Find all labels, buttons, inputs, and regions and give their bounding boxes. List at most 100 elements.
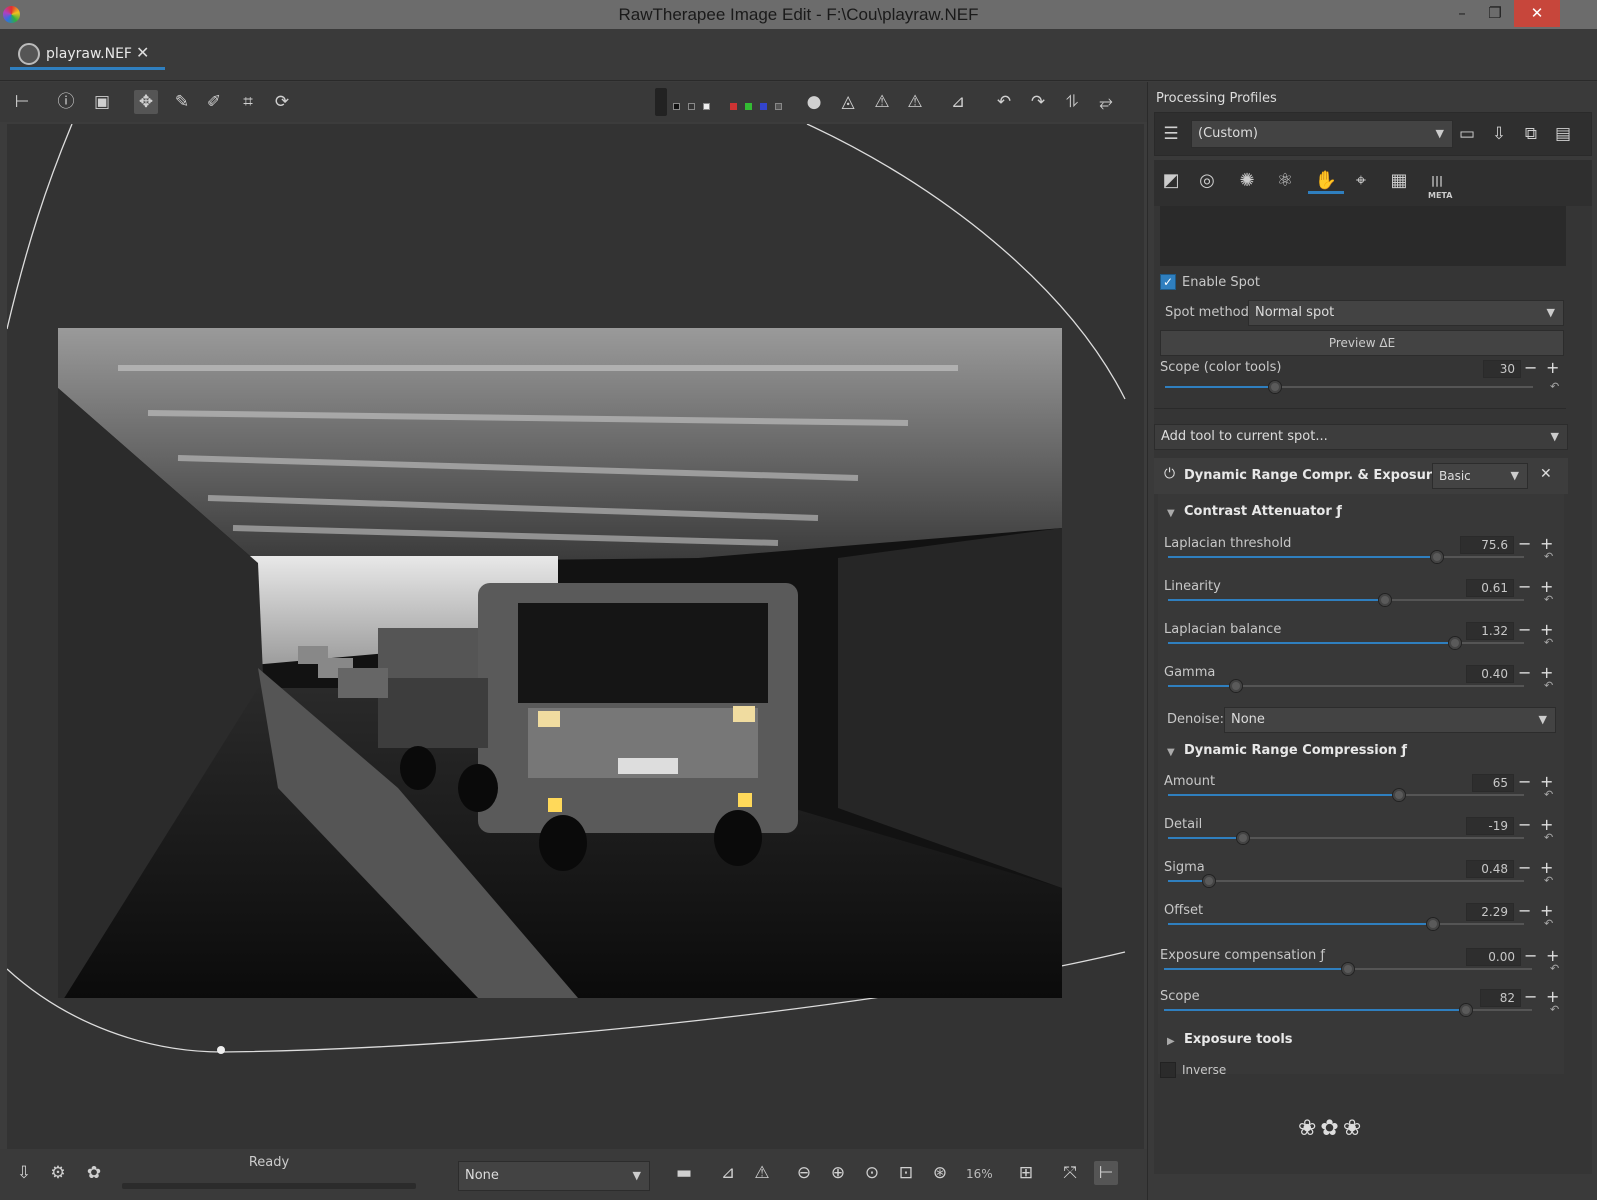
contrast-section-title[interactable]: Contrast Attenuator ƒ bbox=[1184, 504, 1342, 519]
rotate-left-icon[interactable]: ↶ bbox=[992, 90, 1016, 114]
expander-closed-icon[interactable]: ▶ bbox=[1167, 1036, 1175, 1047]
reset-icon[interactable]: ↶ bbox=[1544, 636, 1553, 649]
preview-delta-e-button[interactable]: Preview ΔE bbox=[1160, 330, 1564, 356]
reset-icon[interactable]: ↶ bbox=[1550, 1003, 1559, 1016]
scope-color-plus[interactable]: + bbox=[1546, 360, 1559, 376]
amount-knob[interactable] bbox=[1392, 788, 1406, 802]
preview-green-icon[interactable] bbox=[745, 103, 752, 110]
close-window-button[interactable]: ✕ bbox=[1514, 0, 1560, 27]
sigma-value[interactable]: 0.48 bbox=[1466, 860, 1514, 878]
exposure-tools-title[interactable]: Exposure tools bbox=[1184, 1032, 1293, 1047]
tab-close-button[interactable]: ✕ bbox=[136, 43, 149, 62]
info-icon[interactable]: ⓘ bbox=[54, 90, 78, 114]
zoom-fit-icon[interactable]: ⊡ bbox=[894, 1161, 918, 1185]
reset-icon[interactable]: ↶ bbox=[1550, 380, 1559, 393]
flip-vertical-icon[interactable]: ⥮ bbox=[1060, 90, 1084, 114]
sigma-knob[interactable] bbox=[1202, 874, 1216, 888]
scope-value[interactable]: 82 bbox=[1480, 989, 1521, 1007]
tab-detail[interactable]: ◎ bbox=[1194, 168, 1220, 194]
crop-icon[interactable]: ⌗ bbox=[236, 90, 260, 114]
tab-image[interactable]: playraw.NEF ✕ bbox=[10, 40, 165, 70]
reset-icon[interactable]: ↶ bbox=[1544, 874, 1553, 887]
reset-icon[interactable]: ↶ bbox=[1550, 962, 1559, 975]
tab-color[interactable]: ✺ bbox=[1234, 168, 1260, 194]
offset-plus[interactable]: + bbox=[1540, 903, 1553, 919]
zoom-100-icon[interactable]: ⊙ bbox=[860, 1161, 884, 1185]
drc-section-title[interactable]: Dynamic Range Compression ƒ bbox=[1184, 743, 1407, 758]
profile-combo[interactable]: (Custom) ▼ bbox=[1191, 120, 1453, 148]
rotate-right-icon[interactable]: ↷ bbox=[1026, 90, 1050, 114]
open-profile-icon[interactable]: ▭ bbox=[1455, 122, 1479, 146]
exposure-compensation-value[interactable]: 0.00 bbox=[1466, 948, 1521, 966]
reset-icon[interactable]: ↶ bbox=[1544, 593, 1553, 606]
laplacian-threshold-value[interactable]: 75.6 bbox=[1460, 536, 1514, 554]
tab-transform[interactable]: ⌖ bbox=[1348, 168, 1374, 194]
power-icon[interactable]: ⏻ bbox=[1164, 466, 1175, 482]
laplacian-balance-knob[interactable] bbox=[1448, 636, 1462, 650]
scope-knob[interactable] bbox=[1459, 1003, 1473, 1017]
save-profile-icon[interactable]: ⇩ bbox=[1487, 122, 1511, 146]
before-after-icon[interactable]: ▣ bbox=[90, 90, 114, 114]
tab-local[interactable]: ✋ bbox=[1308, 168, 1344, 194]
tab-advanced[interactable]: ⚛ bbox=[1272, 168, 1298, 194]
gamut-icon[interactable]: ⊿ bbox=[946, 90, 970, 114]
exposure-compensation-minus[interactable]: − bbox=[1524, 948, 1537, 964]
spot-method-combo[interactable]: Normal spot ▼ bbox=[1248, 300, 1564, 326]
preview-gray-icon[interactable] bbox=[688, 103, 695, 110]
offset-minus[interactable]: − bbox=[1518, 903, 1531, 919]
straighten-icon[interactable]: ⟳ bbox=[270, 90, 294, 114]
preview-red-icon[interactable] bbox=[730, 103, 737, 110]
paste-profile-icon[interactable]: ▤ bbox=[1551, 122, 1575, 146]
fullscreen-icon[interactable]: ⤧ bbox=[1058, 1161, 1082, 1185]
gamma-knob[interactable] bbox=[1229, 679, 1243, 693]
amount-minus[interactable]: − bbox=[1518, 774, 1531, 790]
laplacian-balance-plus[interactable]: + bbox=[1540, 622, 1553, 638]
tool-scroll-area[interactable]: ✓ Enable Spot Spot method: Normal spot ▼… bbox=[1154, 206, 1592, 1174]
spot-list[interactable] bbox=[1160, 206, 1566, 266]
hide-left-panel-icon[interactable]: ⊢ bbox=[10, 90, 34, 114]
expander-open-icon[interactable]: ▼ bbox=[1167, 747, 1175, 758]
sigma-minus[interactable]: − bbox=[1518, 860, 1531, 876]
preview-mode-indicator[interactable] bbox=[655, 88, 667, 116]
minimize-button[interactable]: – bbox=[1447, 0, 1477, 27]
gamma-plus[interactable]: + bbox=[1540, 665, 1553, 681]
amount-value[interactable]: 65 bbox=[1472, 774, 1514, 792]
laplacian-balance-minus[interactable]: − bbox=[1518, 622, 1531, 638]
scope-plus[interactable]: + bbox=[1546, 989, 1559, 1005]
exposure-compensation-knob[interactable] bbox=[1341, 962, 1355, 976]
linearity-minus[interactable]: − bbox=[1518, 579, 1531, 595]
preview-black-icon[interactable] bbox=[673, 103, 680, 110]
highlight-warning-icon[interactable]: ⚠ bbox=[870, 90, 894, 114]
exposure-compensation-plus[interactable]: + bbox=[1546, 948, 1559, 964]
gamut-check-icon[interactable]: ⚠ bbox=[750, 1161, 774, 1185]
preview-luminance-icon[interactable] bbox=[775, 103, 782, 110]
offset-knob[interactable] bbox=[1426, 917, 1440, 931]
reset-icon[interactable]: ↶ bbox=[1544, 550, 1553, 563]
linearity-knob[interactable] bbox=[1378, 593, 1392, 607]
reset-icon[interactable]: ↶ bbox=[1544, 679, 1553, 692]
scope-color-value[interactable]: 30 bbox=[1483, 360, 1521, 378]
color-profile-icon[interactable]: ▬ bbox=[662, 1161, 706, 1185]
save-image-icon[interactable]: ⇩ bbox=[12, 1161, 36, 1185]
reset-icon[interactable]: ↶ bbox=[1544, 788, 1553, 801]
enable-spot-checkbox[interactable]: ✓ bbox=[1160, 274, 1176, 290]
reset-icon[interactable]: ↶ bbox=[1544, 831, 1553, 844]
linearity-value[interactable]: 0.61 bbox=[1466, 579, 1514, 597]
sigma-plus[interactable]: + bbox=[1540, 860, 1553, 876]
laplacian-threshold-minus[interactable]: − bbox=[1518, 536, 1531, 552]
scope-color-minus[interactable]: − bbox=[1524, 360, 1537, 376]
maximize-button[interactable]: ❐ bbox=[1480, 0, 1510, 27]
softproof-icon[interactable]: ⊿ bbox=[716, 1161, 740, 1185]
amount-plus[interactable]: + bbox=[1540, 774, 1553, 790]
shadow-warning-icon[interactable]: ⚠ bbox=[903, 90, 927, 114]
remove-module-icon[interactable]: ✕ bbox=[1540, 466, 1552, 482]
linearity-plus[interactable]: + bbox=[1540, 579, 1553, 595]
zoom-out-icon[interactable]: ⊖ bbox=[792, 1161, 816, 1185]
gamma-value[interactable]: 0.40 bbox=[1466, 665, 1514, 683]
detail-value[interactable]: -19 bbox=[1466, 817, 1514, 835]
tab-exposure[interactable]: ◩ bbox=[1158, 168, 1184, 194]
offset-value[interactable]: 2.29 bbox=[1466, 903, 1514, 921]
laplacian-threshold-plus[interactable]: + bbox=[1540, 536, 1553, 552]
preview-white-icon[interactable] bbox=[703, 103, 710, 110]
module-title[interactable]: Dynamic Range Compr. & Exposure bbox=[1184, 468, 1441, 483]
